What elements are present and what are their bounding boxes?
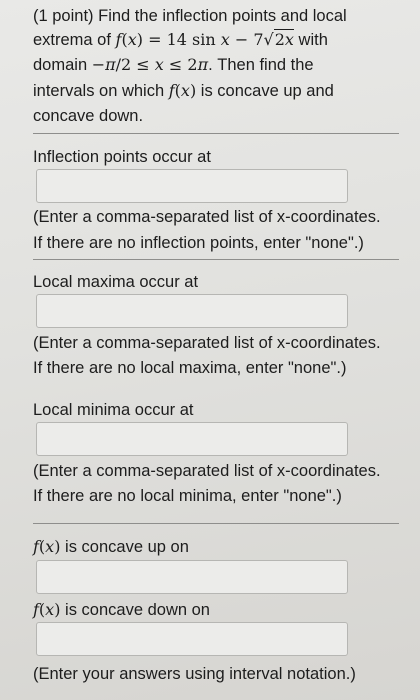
minima-hint-line-2: If there are no local minima, enter "non… xyxy=(33,487,342,505)
domain-expression: −π/2 ≤ x ≤ 2π xyxy=(91,55,209,74)
minima-prompt: Local minima occur at xyxy=(33,401,194,419)
maxima-prompt: Local maxima occur at xyxy=(33,273,199,291)
problem-line-1: (1 point) Find the inflection points and… xyxy=(33,7,347,25)
problem-line-4: intervals on which f(x) is concave up an… xyxy=(33,81,334,100)
concave-down-answer-field[interactable] xyxy=(36,622,348,656)
minima-hint-line-1: (Enter a comma-separated list of x-coord… xyxy=(33,462,381,480)
minima-answer-field[interactable] xyxy=(36,422,348,456)
inflection-hint-line-1: (Enter a comma-separated list of x-coord… xyxy=(33,208,381,226)
inflection-hint-line-2: If there are no inflection points, enter… xyxy=(33,234,364,252)
concave-up-answer-field[interactable] xyxy=(36,560,348,594)
problem-line-3: domain −π/2 ≤ x ≤ 2π. Then find the xyxy=(33,55,314,74)
concave-up-prompt: f(x) is concave up on xyxy=(33,537,189,556)
maxima-answer-field[interactable] xyxy=(36,294,348,328)
function-symbol: f(x) xyxy=(168,81,197,100)
concave-down-prompt: f(x) is concave down on xyxy=(33,600,210,619)
problem-line-5: concave down. xyxy=(33,107,144,125)
interval-notation-note: (Enter your answers using interval notat… xyxy=(33,665,356,683)
maxima-hint-line-1: (Enter a comma-separated list of x-coord… xyxy=(33,334,381,352)
function-symbol: f(x) xyxy=(33,537,61,556)
divider xyxy=(33,523,399,524)
maxima-hint-line-2: If there are no local maxima, enter "non… xyxy=(33,359,347,377)
problem-line-2: extrema of f(x) = 14 sin x − 7√2x with xyxy=(33,29,328,49)
divider xyxy=(33,133,399,134)
points-label: (1 point) xyxy=(33,7,94,25)
inflection-answer-field[interactable] xyxy=(36,169,348,203)
divider xyxy=(33,259,399,260)
function-definition: f(x) = 14 sin x − 7√2x xyxy=(115,29,294,49)
inflection-prompt: Inflection points occur at xyxy=(33,148,211,166)
function-symbol: f(x) xyxy=(33,600,61,619)
